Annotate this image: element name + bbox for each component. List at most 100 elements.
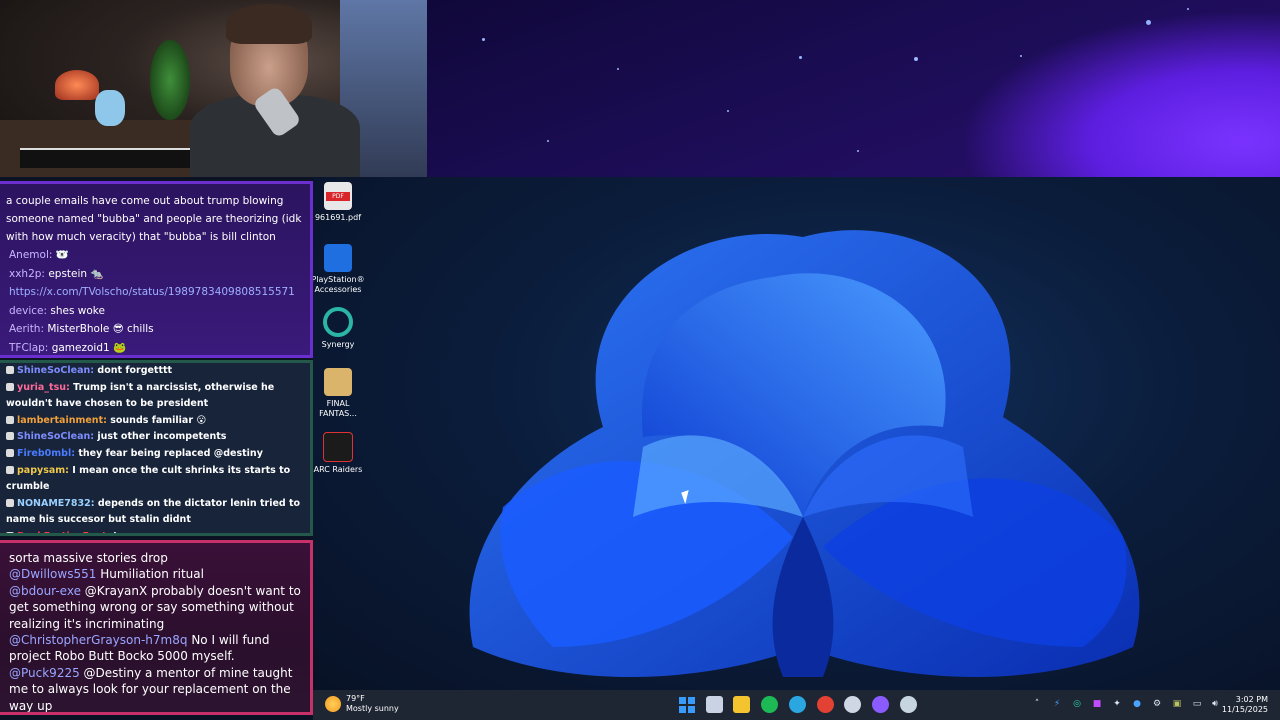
desktop-icon-arc-raiders[interactable]: ARC Raiders bbox=[313, 432, 368, 475]
badge-icon bbox=[6, 465, 14, 474]
chat-message: https://x.com/TVolscho/status/1989783409… bbox=[0, 283, 310, 302]
chat-text: dont forgetttt bbox=[97, 365, 173, 376]
tray-app-icon-1[interactable]: ⚡ bbox=[1052, 699, 1062, 709]
chat-text: just other incompetents bbox=[97, 431, 227, 443]
steam-icon[interactable] bbox=[899, 696, 917, 713]
chat-username: @Dwillows551 bbox=[9, 567, 97, 582]
chat-message: device: shes woke bbox=[0, 302, 310, 321]
desktop-icon-final-fantasy[interactable]: FINAL FANTAS... bbox=[313, 368, 368, 419]
chat-username: DuckFestinyFan!: bbox=[17, 531, 110, 533]
chat-highlight-message: a couple emails have come out about trum… bbox=[6, 195, 302, 243]
clock[interactable]: 3:02 PM 11/15/2025 bbox=[1222, 695, 1268, 715]
arc-raiders-icon bbox=[323, 432, 353, 462]
chat-username: papysam: bbox=[17, 464, 69, 476]
weather-description: Mostly sunny bbox=[346, 704, 399, 713]
chat-username: @ChristopherGrayson-h7m8q bbox=[9, 633, 188, 648]
start-button[interactable] bbox=[678, 696, 695, 713]
chat-username: xxh2p: bbox=[9, 267, 45, 280]
task-view-button[interactable] bbox=[705, 696, 723, 713]
chat-message: Anemol: 🐻‍❄️ bbox=[0, 246, 310, 265]
webcam-figurine bbox=[95, 90, 125, 126]
chat-message: ShineSoClean: just other incompetents bbox=[0, 429, 310, 446]
badge-icon bbox=[6, 531, 14, 533]
chat-text: epstein 🐀 bbox=[48, 267, 104, 280]
desktop-icon-synergy[interactable]: Synergy bbox=[313, 307, 368, 350]
desktop-icon-playstation-accessories[interactable]: PlayStation® Accessories bbox=[313, 244, 368, 295]
banner-cloud bbox=[937, 0, 1280, 177]
final-fantasy-icon bbox=[324, 368, 352, 396]
chat-username: lambertainment: bbox=[17, 414, 107, 426]
chat-message: Aerith: MisterBhole 😎 chills bbox=[0, 320, 310, 339]
tray-app-icon-6[interactable]: ▣ bbox=[1172, 699, 1182, 709]
clock-date: 11/15/2025 bbox=[1221, 705, 1268, 714]
chat-link[interactable]: https://x.com/TVolscho/status/1989783409… bbox=[9, 286, 295, 298]
chat-text: sounds familiar 😮 bbox=[110, 414, 207, 426]
webcam-plant bbox=[150, 40, 190, 120]
chat-username: ShineSoClean: bbox=[17, 431, 95, 443]
synergy-icon bbox=[323, 307, 353, 337]
chat-username: NONAME7832: bbox=[17, 497, 95, 509]
chat-text: 🐻‍❄️ bbox=[55, 249, 69, 261]
chat-message: @Dwillows551 Humiliation ritual bbox=[0, 566, 310, 582]
webcam-keyboard bbox=[20, 148, 190, 168]
chat-text: shes woke bbox=[50, 304, 105, 317]
chat-text: gamezoid1 🐸 bbox=[51, 341, 127, 354]
chat-text: they fear being replaced @destiny bbox=[78, 447, 263, 459]
chat-panel-middle: ShineSoClean: dont forgetttt yuria_tsu: T… bbox=[0, 360, 313, 536]
chat-message: Fireb0mbl: they fear being replaced @des… bbox=[0, 446, 310, 463]
webcam-lamp bbox=[55, 70, 99, 100]
chevron-up-icon[interactable]: ˄ bbox=[1032, 699, 1042, 709]
pdf-file-icon: PDF bbox=[324, 182, 352, 210]
chat-message: yuria_tsu: Trump isn't a narcissist, oth… bbox=[0, 380, 310, 413]
webcam-feed bbox=[0, 0, 427, 177]
file-explorer-icon[interactable] bbox=[733, 696, 751, 713]
windows-taskbar: 79°F Mostly sunny ˄ ⚡ ◎ ■ ✦ ● ⚙ ▣ ▭ 🔊︎ 3… bbox=[313, 690, 1280, 720]
clock-time: 3:02 PM bbox=[1235, 695, 1268, 704]
tray-app-icon-3[interactable]: ■ bbox=[1092, 699, 1102, 709]
chat-username: @Puck9225 bbox=[9, 665, 80, 680]
app-purple-icon[interactable] bbox=[871, 696, 889, 713]
chat-message: xxh2p: epstein 🐀 bbox=[0, 265, 310, 284]
webcam-person-hair bbox=[226, 4, 312, 44]
chat-message: @Ozy_3030 yea bbox=[0, 714, 310, 715]
chat-panel-bottom: sorta massive stories drop @Dwillows551 H… bbox=[0, 540, 313, 715]
desktop-icon-pdf[interactable]: PDF 961691.pdf bbox=[313, 182, 368, 223]
spotify-icon[interactable] bbox=[761, 696, 779, 713]
badge-icon bbox=[6, 448, 14, 457]
stream-banner bbox=[427, 0, 1280, 177]
chat-username: ShineSoClean: bbox=[17, 365, 95, 376]
tray-app-icon-2[interactable]: ◎ bbox=[1072, 699, 1082, 709]
sun-icon bbox=[325, 696, 341, 712]
chat-username: TFClap: bbox=[9, 341, 49, 354]
chat-text: MisterBhole 😎 chills bbox=[47, 323, 154, 336]
badge-icon bbox=[6, 432, 14, 441]
badge-icon bbox=[6, 415, 14, 424]
chat-text: Humiliation ritual bbox=[100, 567, 204, 582]
chat-message: sorta massive stories drop bbox=[0, 550, 310, 566]
tray-app-icon-4[interactable]: ● bbox=[1132, 699, 1142, 709]
chat-text: sorta massive stories drop bbox=[9, 551, 168, 565]
chat-message: NONAME7832: depends on the dictator leni… bbox=[0, 496, 310, 529]
tray-app-icon-5[interactable]: ⚙ bbox=[1152, 699, 1162, 709]
badge-icon bbox=[6, 366, 14, 374]
edge-icon[interactable] bbox=[788, 696, 806, 713]
weather-temperature: 79°F bbox=[346, 694, 365, 703]
chat-message: ShineSoClean: dont forgetttt bbox=[0, 363, 310, 380]
chat-username: Aerith: bbox=[9, 323, 45, 336]
volume-icon[interactable]: 🔊︎ bbox=[1210, 699, 1220, 709]
weather-widget[interactable]: 79°F Mostly sunny bbox=[325, 694, 399, 714]
chat-message: DuckFestinyFan!: true bbox=[0, 529, 310, 533]
badge-icon bbox=[6, 382, 14, 391]
network-icon[interactable]: ▭ bbox=[1192, 699, 1202, 709]
windows-desktop[interactable]: PDF 961691.pdf PlayStation® Accessories … bbox=[313, 177, 1280, 690]
tray-steam-icon[interactable]: ✦ bbox=[1112, 699, 1122, 709]
obs-icon[interactable] bbox=[844, 696, 862, 713]
chat-text: true bbox=[113, 531, 135, 533]
chrome-icon[interactable] bbox=[816, 696, 834, 713]
chat-message: lambertainment: sounds familiar 😮 bbox=[0, 413, 310, 430]
playstation-accessories-icon bbox=[324, 244, 352, 272]
badge-icon bbox=[6, 498, 14, 507]
chat-username: Fireb0mbl: bbox=[17, 447, 76, 459]
chat-username: yuria_tsu: bbox=[17, 381, 70, 393]
windows-bloom-wallpaper bbox=[469, 230, 1140, 677]
